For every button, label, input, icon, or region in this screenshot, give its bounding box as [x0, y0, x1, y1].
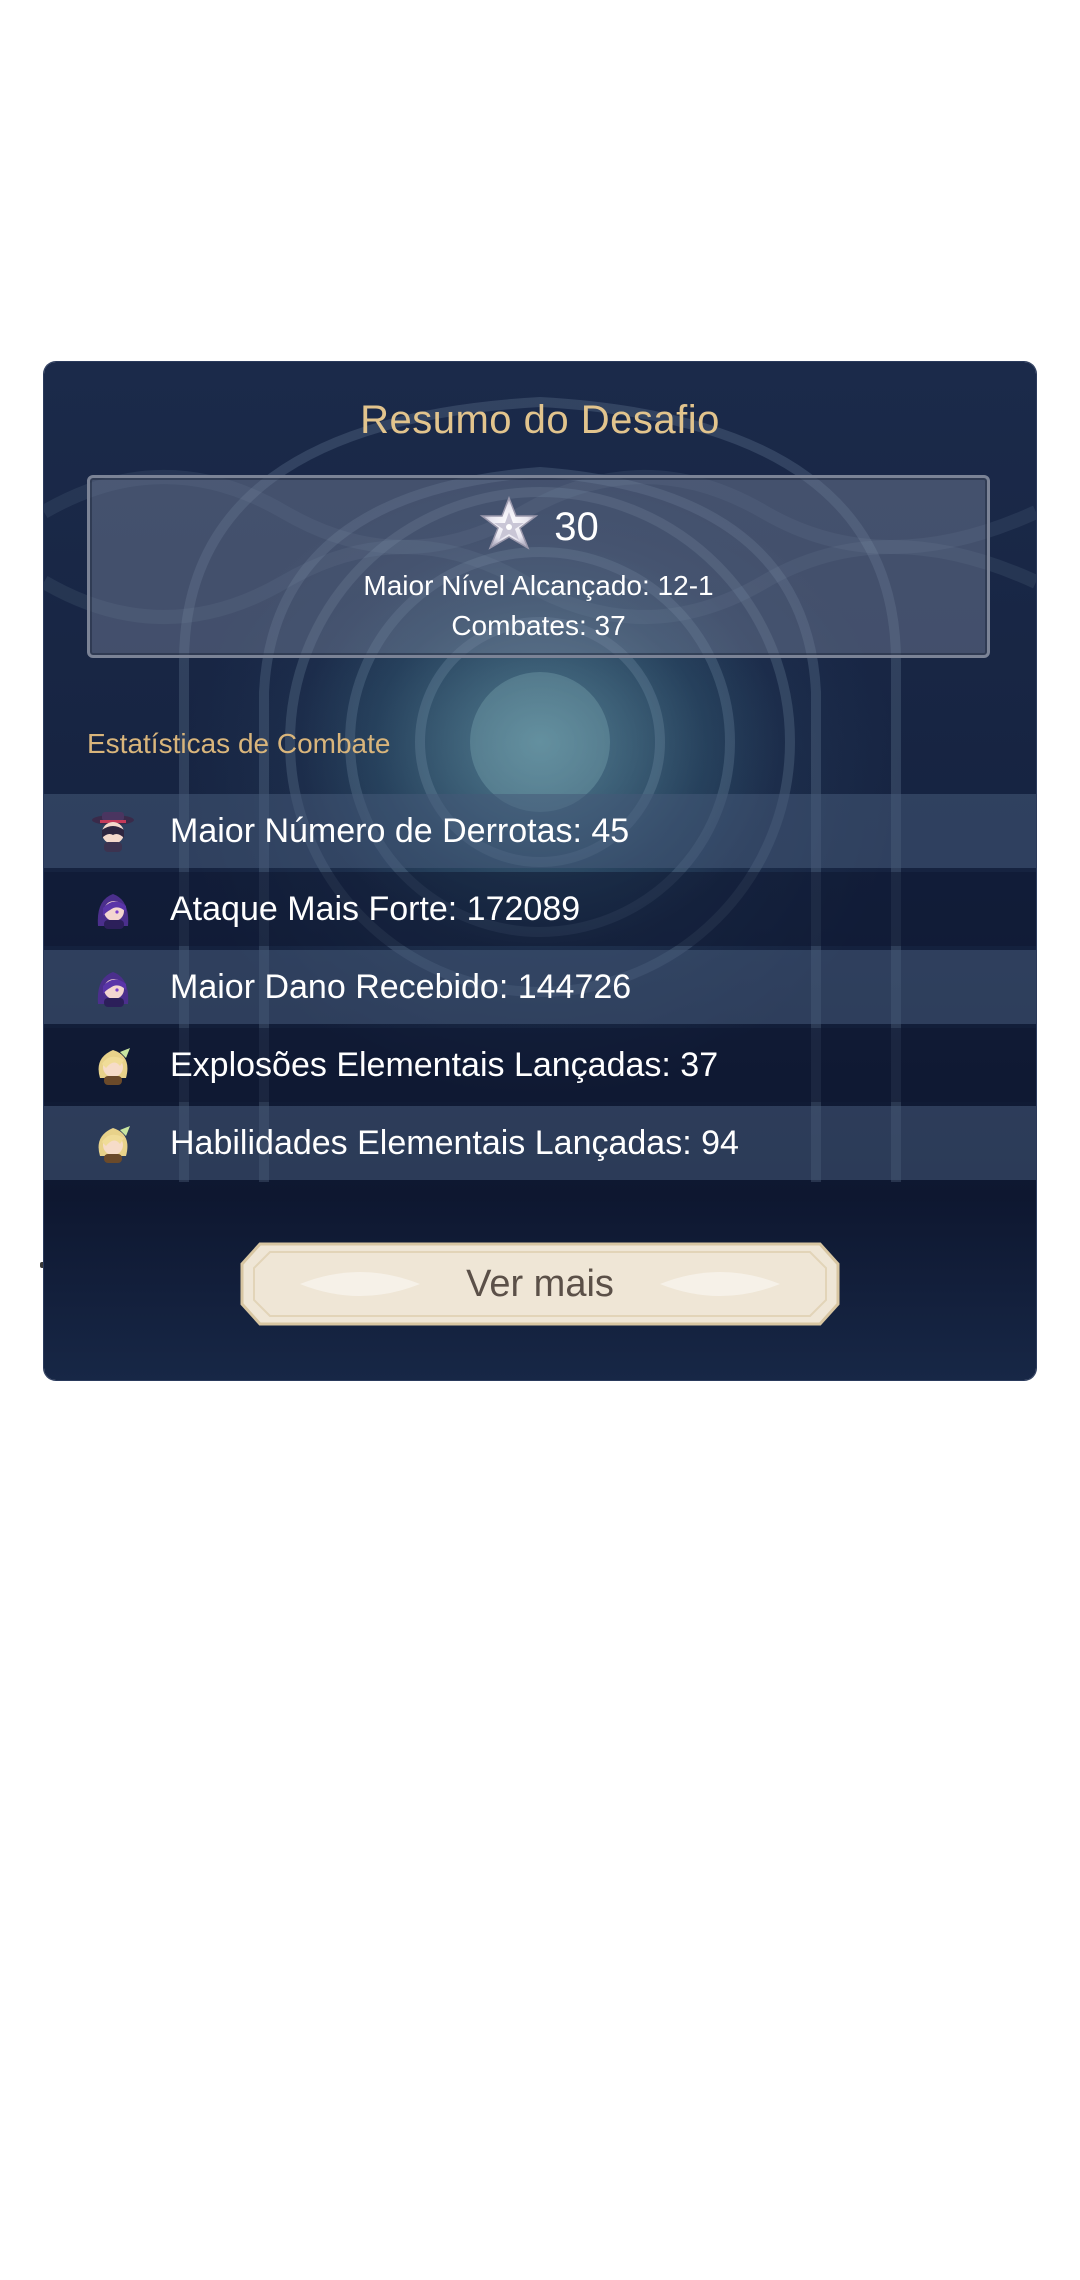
stat-elemental-bursts: Explosões Elementais Lançadas: 37 — [170, 1046, 719, 1084]
panel-title: Resumo do Desafio — [360, 398, 720, 442]
character-avatar-icon — [97, 894, 129, 929]
abyss-star-icon — [480, 496, 539, 550]
character-avatar-icon — [92, 812, 134, 852]
see-more-button[interactable]: Ver mais — [240, 1240, 840, 1328]
summary-box: 30 Maior Nível Alcançado: 12-1 Combates:… — [87, 475, 990, 658]
stat-row-elemental-bursts: Explosões Elementais Lançadas: 37 — [44, 1028, 1036, 1102]
challenge-summary-card: Resumo do Desafio 30 Maior Nível Alcança… — [44, 362, 1036, 1380]
stat-row-strongest-attack: Ataque Mais Forte: 172089 — [44, 872, 1036, 946]
star-total: 30 — [90, 492, 987, 562]
combat-stats-label: Estatísticas de Combate — [87, 728, 391, 759]
stat-most-damage-taken: Maior Dano Recebido: 144726 — [170, 968, 632, 1006]
highest-level: Maior Nível Alcançado: 12-1 — [363, 570, 714, 601]
character-avatar-icon — [98, 1126, 130, 1163]
see-more-label: Ver mais — [466, 1263, 614, 1305]
character-avatar-icon — [97, 972, 129, 1007]
stat-row-most-defeats: Maior Número de Derrotas: 45 — [44, 794, 1036, 868]
battle-count: Combates: 37 — [451, 610, 626, 641]
combat-stats-list: Maior Número de Derrotas: 45 Ataque Mais… — [44, 794, 1036, 1184]
star-count: 30 — [554, 504, 599, 549]
stat-row-elemental-skills: Habilidades Elementais Lançadas: 94 — [44, 1106, 1036, 1180]
character-avatar-icon — [98, 1048, 130, 1085]
stat-row-most-damage-taken: Maior Dano Recebido: 144726 — [44, 950, 1036, 1024]
stat-strongest-attack: Ataque Mais Forte: 172089 — [170, 890, 581, 928]
stat-most-defeats: Maior Número de Derrotas: 45 — [170, 812, 630, 850]
stat-elemental-skills: Habilidades Elementais Lançadas: 94 — [170, 1124, 739, 1162]
